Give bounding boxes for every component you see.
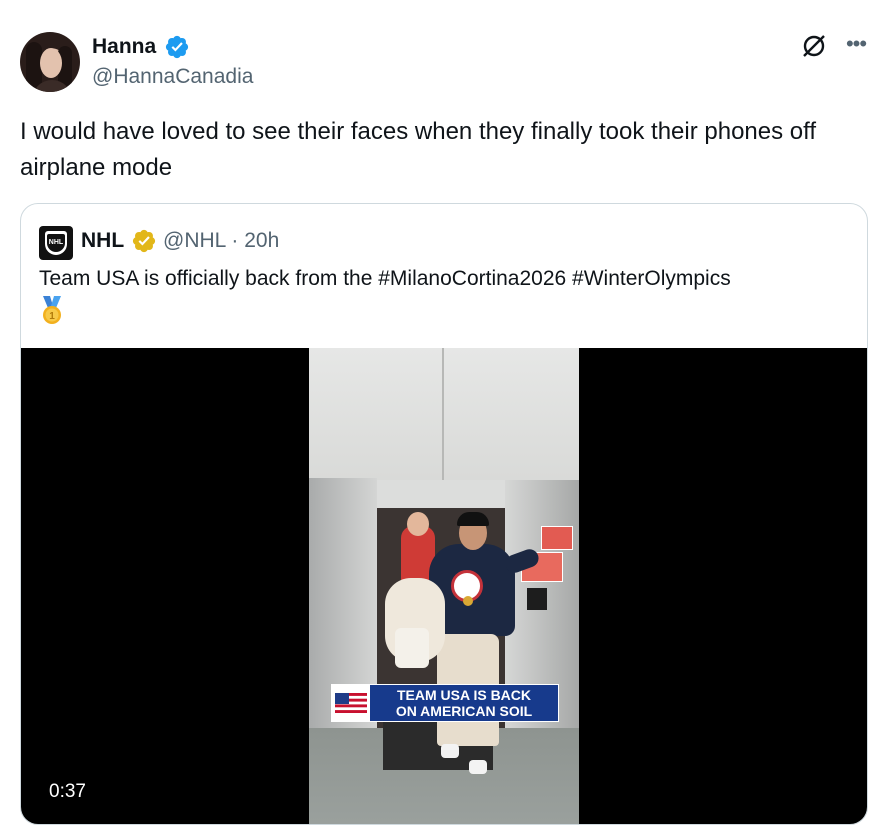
avatar-face bbox=[40, 48, 62, 78]
video-keypad bbox=[527, 588, 547, 610]
nhl-logo-icon: NHL bbox=[45, 231, 67, 255]
verified-badge-icon bbox=[165, 35, 189, 59]
quoted-tweet[interactable]: NHL NHL @NHL · 20h Team USA is officiall… bbox=[20, 203, 868, 825]
us-flag-icon bbox=[332, 685, 370, 721]
video-caption-line1: TEAM USA IS BACK bbox=[396, 687, 532, 703]
video-door-header bbox=[377, 480, 505, 510]
author-avatar[interactable] bbox=[20, 32, 80, 92]
author-handle[interactable]: @HannaCanadia bbox=[92, 64, 253, 90]
video-caption-line2: ON AMERICAN SOIL bbox=[395, 703, 533, 719]
quoted-tweet-text: Team USA is officially back from the #Mi… bbox=[39, 267, 731, 290]
video-caption-banner: TEAM USA IS BACK ON AMERICAN SOIL bbox=[331, 684, 559, 722]
video-blanket-fold bbox=[395, 628, 429, 668]
video-wall-sign bbox=[541, 526, 573, 550]
video-ceiling bbox=[309, 348, 579, 480]
quoted-author-name[interactable]: NHL bbox=[81, 228, 124, 254]
video-player[interactable]: TEAM USA IS BACK ON AMERICAN SOIL 0:37 bbox=[21, 348, 867, 824]
video-ceiling-seam bbox=[442, 348, 444, 480]
quoted-handle-time[interactable]: @NHL · 20h bbox=[163, 228, 279, 254]
gold-medal-icon: 1 bbox=[43, 296, 61, 324]
verified-organization-badge-icon bbox=[132, 229, 156, 253]
author-display-name[interactable]: Hanna bbox=[92, 34, 156, 60]
svg-text:1: 1 bbox=[49, 311, 55, 322]
quoted-author-avatar[interactable]: NHL bbox=[39, 226, 73, 260]
video-duration: 0:37 bbox=[41, 780, 94, 804]
video-caption-text: TEAM USA IS BACK ON AMERICAN SOIL bbox=[370, 687, 558, 719]
video-medal bbox=[463, 596, 473, 606]
grok-icon[interactable] bbox=[800, 32, 828, 60]
video-frame: TEAM USA IS BACK ON AMERICAN SOIL bbox=[309, 348, 579, 824]
video-person-cap bbox=[457, 512, 489, 526]
video-person-background-head bbox=[407, 512, 429, 536]
tweet-text: I would have loved to see their faces wh… bbox=[20, 118, 817, 181]
video-shoe bbox=[441, 744, 459, 758]
video-shoe bbox=[469, 760, 487, 774]
tweet-card[interactable]: Hanna @HannaCanadia ••• I would have lov… bbox=[0, 0, 888, 838]
more-options-icon[interactable]: ••• bbox=[842, 30, 870, 58]
